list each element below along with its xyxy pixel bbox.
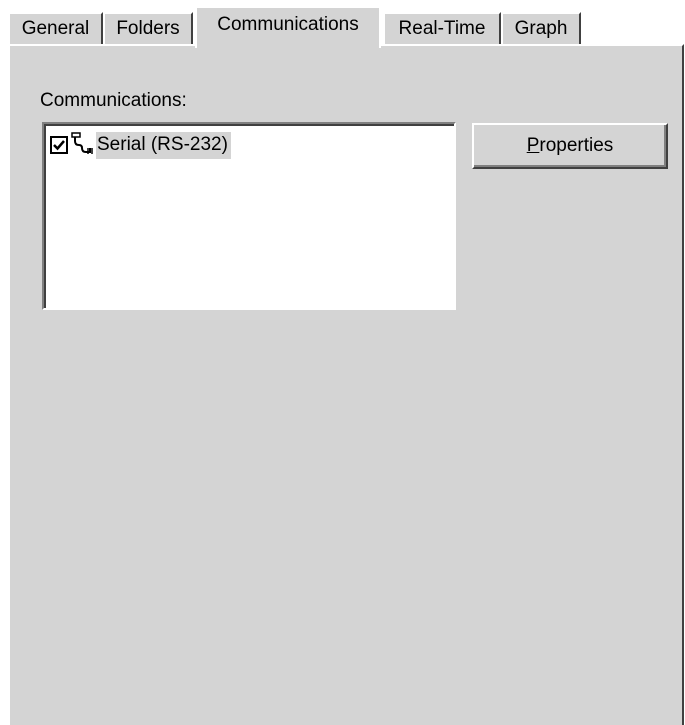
communications-group-label: Communications:	[40, 90, 187, 111]
tab-communications[interactable]: Communications	[195, 6, 381, 48]
list-item[interactable]: Serial (RS-232)	[50, 130, 231, 160]
tab-general[interactable]: General	[8, 12, 103, 46]
tab-real-time[interactable]: Real-Time	[383, 12, 501, 46]
properties-accelerator: P	[526, 135, 540, 156]
tab-strip: General Folders Communications Real-Time…	[8, 6, 684, 48]
tab-graph[interactable]: Graph	[501, 12, 581, 46]
serial-cable-icon	[70, 132, 96, 158]
tab-panel-communications: Communications: Serial (RS-232) Properti…	[8, 44, 684, 725]
list-item-label: Serial (RS-232)	[96, 131, 231, 159]
properties-button-label: roperties	[539, 135, 614, 156]
checkmark-icon	[53, 140, 65, 151]
communications-listbox[interactable]: Serial (RS-232)	[42, 122, 456, 310]
properties-button[interactable]: Properties	[472, 123, 668, 169]
tab-folders[interactable]: Folders	[103, 12, 193, 46]
enable-checkbox[interactable]	[50, 136, 68, 154]
